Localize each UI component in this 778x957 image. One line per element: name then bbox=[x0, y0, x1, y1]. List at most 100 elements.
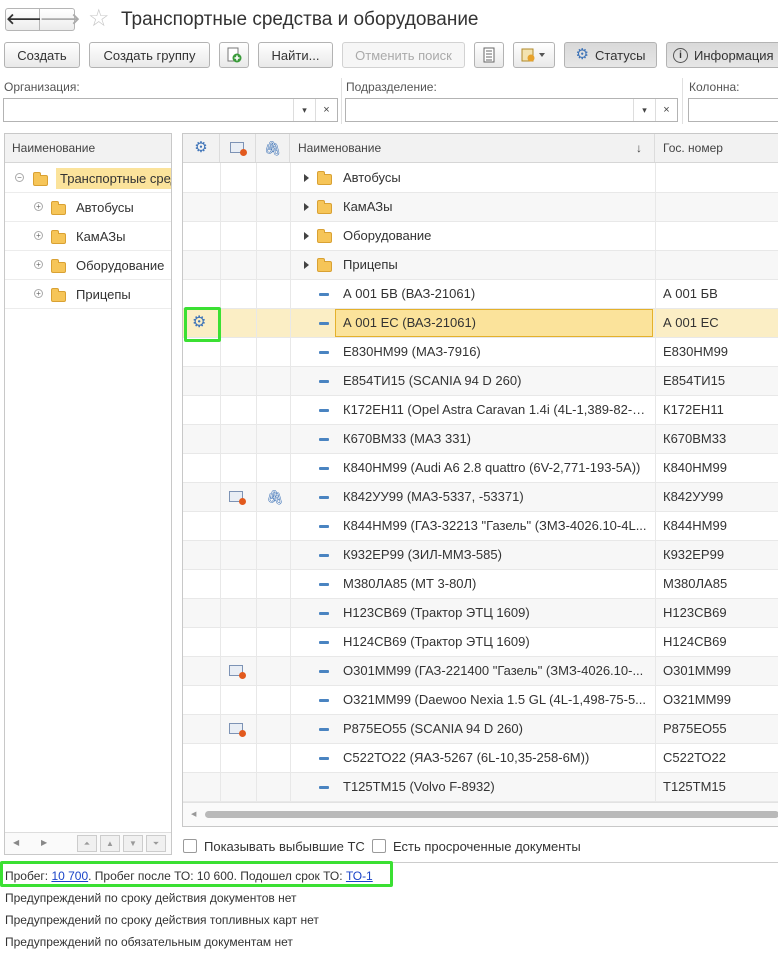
group-row[interactable]: Автобусы bbox=[183, 164, 778, 193]
group-tree[interactable]: Наименование − Транспортные средства + А… bbox=[4, 133, 172, 855]
scroll-up-button[interactable]: ▲ bbox=[100, 835, 120, 852]
table-row[interactable]: М380ЛА85 (МТ 3-80Л) М380ЛА85 bbox=[183, 570, 778, 599]
table-row[interactable]: К932ЕР99 (ЗИЛ-ММЗ-585) К932ЕР99 bbox=[183, 541, 778, 570]
show-retired-checkbox[interactable]: Показывать выбывшие ТС bbox=[183, 838, 365, 854]
expand-icon[interactable]: + bbox=[34, 202, 43, 211]
item-marker-icon bbox=[319, 409, 329, 412]
scroll-left-icon[interactable]: ◀ bbox=[191, 810, 196, 818]
clear-icon[interactable]: × bbox=[655, 99, 677, 121]
document-warning-icon[interactable] bbox=[229, 665, 246, 679]
column-label: Колонна: bbox=[689, 80, 740, 94]
table-row[interactable]: А 001 БВ (ВАЗ-21061) А 001 БВ bbox=[183, 280, 778, 309]
tree-scroll-bar[interactable]: ◀ ▶ ⏶ ▲ ▼ ⏷ bbox=[5, 832, 171, 854]
name-column-header[interactable]: Наименование ↓ bbox=[290, 134, 655, 162]
table-row[interactable]: О321ММ99 (Daewoo Nexia 1.5 GL (4L-1,498-… bbox=[183, 686, 778, 715]
group-row[interactable]: Прицепы bbox=[183, 251, 778, 280]
item-marker-icon bbox=[319, 612, 329, 615]
expand-icon[interactable]: + bbox=[34, 260, 43, 269]
table-row[interactable]: О301ММ99 (ГАЗ-221400 "Газель" (ЗМЗ-4026.… bbox=[183, 657, 778, 686]
item-marker-icon bbox=[319, 786, 329, 789]
documents-warning-text: Предупреждений по сроку действия докумен… bbox=[5, 891, 297, 905]
table-row[interactable]: Е830НМ99 (МАЗ-7916) Е830НМ99 bbox=[183, 338, 778, 367]
documents-column-header[interactable] bbox=[220, 134, 256, 162]
document-warning-icon[interactable] bbox=[229, 723, 246, 737]
table-row[interactable]: К172ЕН11 (Opel Astra Caravan 1.4i (4L-1,… bbox=[183, 396, 778, 425]
add-copy-button[interactable] bbox=[219, 42, 249, 68]
table-row[interactable]: Н124СВ69 (Трактор ЭТЦ 1609) Н124СВ69 bbox=[183, 628, 778, 657]
scroll-down-button[interactable]: ▼ bbox=[123, 835, 143, 852]
vehicles-table[interactable]: ⚙ 🖇 Наименование ↓ Гос. номер Автобусы Ка… bbox=[182, 133, 778, 827]
filter-divider bbox=[341, 78, 342, 124]
scroll-top-button[interactable]: ⏶ bbox=[77, 835, 97, 852]
scroll-bottom-button[interactable]: ⏷ bbox=[146, 835, 166, 852]
table-row[interactable]: Р875ЕО55 (SCANIA 94 D 260) Р875ЕО55 bbox=[183, 715, 778, 744]
scrollbar-thumb[interactable] bbox=[205, 811, 778, 818]
tree-item[interactable]: + Прицепы bbox=[5, 280, 171, 309]
tree-item[interactable]: + КамАЗы bbox=[5, 222, 171, 251]
back-button[interactable]: 🡐 bbox=[5, 8, 46, 31]
column-field[interactable] bbox=[688, 98, 778, 122]
group-row[interactable]: Оборудование bbox=[183, 222, 778, 251]
scroll-left-icon[interactable]: ◀ bbox=[13, 838, 19, 847]
expand-icon[interactable]: + bbox=[34, 231, 43, 240]
checkbox-box[interactable] bbox=[183, 839, 197, 853]
table-row[interactable]: ⚙ А 001 ЕС (ВАЗ-21061) А 001 ЕС bbox=[183, 309, 778, 338]
plate-column-header[interactable]: Гос. номер bbox=[655, 134, 778, 162]
forward-button[interactable]: 🡒 bbox=[40, 8, 80, 31]
statuses-button[interactable]: ⚙ Статусы bbox=[564, 42, 657, 68]
find-button[interactable]: Найти... bbox=[258, 42, 333, 68]
list-view-button[interactable] bbox=[474, 42, 504, 68]
table-row[interactable]: Т125ТМ15 (Volvo F-8932) Т125ТМ15 bbox=[183, 773, 778, 802]
table-row[interactable]: К670ВМ33 (МАЗ 331) К670ВМ33 bbox=[183, 425, 778, 454]
checkbox-box[interactable] bbox=[372, 839, 386, 853]
table-row[interactable]: С522ТО22 (ЯАЗ-5267 (6L-10,35-258-6М)) С52… bbox=[183, 744, 778, 773]
information-button[interactable]: i Информация bbox=[666, 42, 778, 68]
fuel-cards-warning-text: Предупреждений по сроку действия топливн… bbox=[5, 913, 319, 927]
paperclip-icon[interactable]: 🖇 bbox=[266, 483, 284, 511]
horizontal-scrollbar[interactable]: ◀ bbox=[183, 802, 778, 826]
expand-arrow-icon[interactable] bbox=[304, 203, 309, 211]
cancel-search-button[interactable]: Отменить поиск bbox=[342, 42, 465, 68]
group-row[interactable]: КамАЗы bbox=[183, 193, 778, 222]
group-name: Автобусы bbox=[343, 170, 401, 185]
status-column-header[interactable]: ⚙ bbox=[183, 134, 220, 162]
gear-icon: ⚙ bbox=[575, 46, 589, 63]
chevron-down-icon[interactable]: ▾ bbox=[293, 99, 315, 121]
item-marker-icon bbox=[319, 554, 329, 557]
vehicle-plate: К842УУ99 bbox=[663, 489, 724, 504]
collapse-icon[interactable]: − bbox=[15, 173, 24, 182]
star-icon[interactable]: ☆ bbox=[88, 6, 110, 32]
table-row[interactable]: 🖇 К842УУ99 (МАЗ-5337, -53371) К842УУ99 bbox=[183, 483, 778, 512]
scroll-right-icon[interactable]: ▶ bbox=[41, 838, 47, 847]
tree-item[interactable]: + Автобусы bbox=[5, 193, 171, 222]
expand-arrow-icon[interactable] bbox=[304, 232, 309, 240]
vehicle-plate: К844НМ99 bbox=[663, 518, 727, 533]
table-row[interactable]: К840НМ99 (Audi A6 2.8 quattro (6V-2,771-… bbox=[183, 454, 778, 483]
vehicle-plate: К670ВМ33 bbox=[663, 431, 727, 446]
overdue-docs-checkbox[interactable]: Есть просроченные документы bbox=[372, 838, 581, 854]
expand-arrow-icon[interactable] bbox=[304, 261, 309, 269]
folder-icon bbox=[51, 230, 66, 244]
document-warning-icon[interactable] bbox=[229, 491, 246, 505]
table-row[interactable]: Е854ТИ15 (SCANIA 94 D 260) Е854ТИ15 bbox=[183, 367, 778, 396]
subdivision-label: Подразделение: bbox=[346, 80, 437, 94]
tree-item-root[interactable]: − Транспортные средства bbox=[5, 164, 171, 193]
tree-item[interactable]: + Оборудование bbox=[5, 251, 171, 280]
vehicle-name: Н123СВ69 (Трактор ЭТЦ 1609) bbox=[343, 605, 530, 620]
clear-icon[interactable]: × bbox=[315, 99, 337, 121]
expand-arrow-icon[interactable] bbox=[304, 174, 309, 182]
attachments-column-header[interactable]: 🖇 bbox=[256, 134, 290, 162]
create-button[interactable]: Создать bbox=[4, 42, 80, 68]
item-marker-icon bbox=[319, 757, 329, 760]
organization-field[interactable]: ▾ × bbox=[3, 98, 338, 122]
vehicle-plate: М380ЛА85 bbox=[663, 576, 728, 591]
expand-icon[interactable]: + bbox=[34, 289, 43, 298]
vehicle-name: О301ММ99 (ГАЗ-221400 "Газель" (ЗМЗ-4026.… bbox=[343, 663, 644, 678]
table-row[interactable]: Н123СВ69 (Трактор ЭТЦ 1609) Н123СВ69 bbox=[183, 599, 778, 628]
print-dropdown-button[interactable] bbox=[513, 42, 555, 68]
table-row[interactable]: К844НМ99 (ГАЗ-32213 "Газель" (ЗМЗ-4026.1… bbox=[183, 512, 778, 541]
chevron-down-icon[interactable]: ▾ bbox=[633, 99, 655, 121]
subdivision-field[interactable]: ▾ × bbox=[345, 98, 678, 122]
create-group-button[interactable]: Создать группу bbox=[89, 42, 210, 68]
item-marker-icon bbox=[319, 438, 329, 441]
